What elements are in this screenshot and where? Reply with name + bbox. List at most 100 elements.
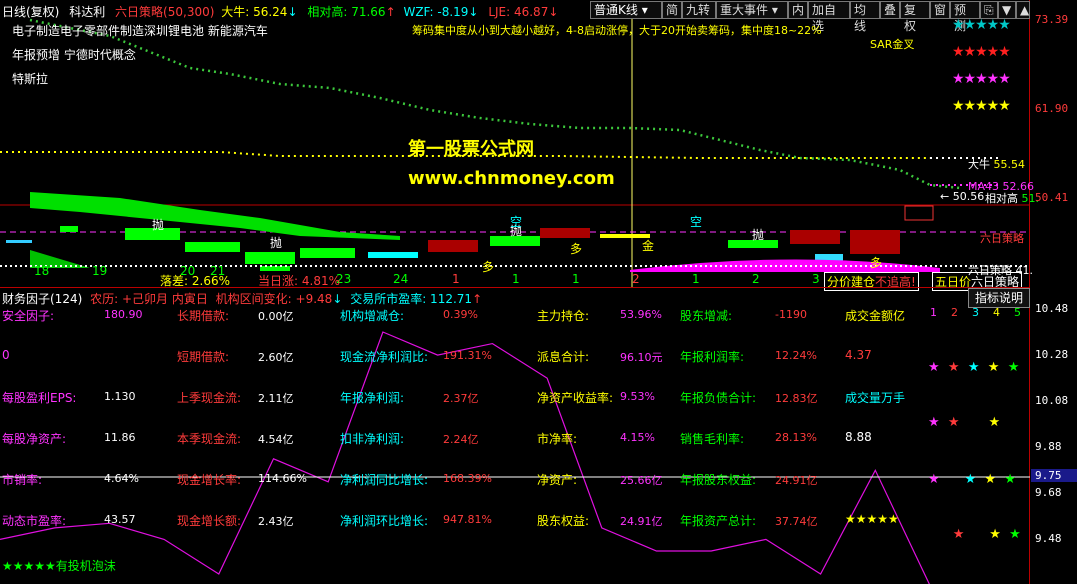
highlight-box bbox=[904, 205, 934, 221]
financial-label: 市净率: bbox=[537, 432, 578, 446]
trend-band bbox=[30, 192, 400, 240]
count-label: 2 bbox=[752, 272, 760, 286]
lje-readout: LJE: 46.87 bbox=[488, 5, 549, 19]
financial-value: 0.39% bbox=[443, 308, 478, 321]
star-rating-yellow: ★★★★★ bbox=[952, 98, 1011, 114]
long-signal-label: 多 bbox=[870, 256, 883, 270]
kline-candle bbox=[185, 242, 240, 252]
financial-label: 扣非净利润: bbox=[340, 432, 405, 446]
window-button[interactable]: 窗 bbox=[930, 1, 950, 19]
arrow-up-icon[interactable]: ▲ bbox=[1016, 1, 1030, 19]
financial-value: 4.54亿 bbox=[258, 433, 294, 446]
up-arrow-icon: ↑ bbox=[472, 292, 483, 306]
financial-value: 191.31% bbox=[443, 349, 492, 362]
long-signal-label: 多 bbox=[482, 260, 495, 274]
daniu-readout: 大牛: 56.24 bbox=[221, 5, 288, 19]
chip-concentration-notice: 筹码集中度从小到大越小越好，4-8启动涨停，大于20开始卖筹码，集中度18~22… bbox=[412, 24, 822, 37]
financial-label: 成交量万手 bbox=[845, 391, 906, 405]
financial-value: 0.00亿 bbox=[258, 310, 294, 323]
financial-series-line bbox=[0, 331, 930, 584]
financial-value: 12.24% bbox=[775, 349, 817, 362]
lower-axis-label: 10.48 bbox=[1035, 302, 1069, 315]
financial-value: 24.91亿 bbox=[775, 474, 818, 487]
financial-label: 安全因子: bbox=[2, 309, 55, 323]
financial-value: 12.83亿 bbox=[775, 392, 818, 405]
financial-label: 派息合计: bbox=[537, 350, 590, 364]
inner-button[interactable]: 内 bbox=[788, 1, 808, 19]
financial-label: 年报净利润: bbox=[340, 391, 405, 405]
financial-label: 净资产收益率: bbox=[537, 391, 614, 405]
financial-label: 每股盈利EPS: bbox=[2, 391, 77, 405]
financial-label: 0 bbox=[2, 348, 10, 362]
financial-label: ★★★★★ bbox=[845, 512, 899, 526]
star-rating-cyan: ★★★★★ bbox=[952, 17, 1011, 33]
simple-button[interactable]: 简 bbox=[662, 1, 682, 19]
kline-panel[interactable]: 日线(复权) 科达利 六日策略(50,300) 大牛: 56.24↓ 相对高: … bbox=[0, 0, 1077, 291]
down-arrow-icon: ↓ bbox=[332, 292, 343, 306]
strategy-line-label: 六日策略 bbox=[980, 232, 1024, 245]
chevron-down-icon: ▾ bbox=[641, 3, 648, 17]
ma-button[interactable]: 均线 bbox=[850, 1, 880, 33]
financial-value: 25.66亿 bbox=[620, 474, 663, 487]
institution-change: 机构区间变化: +9.48 bbox=[215, 292, 333, 306]
price-pointer-label: ← 50.56 bbox=[940, 190, 985, 203]
kline-type-dropdown[interactable]: 普通K线 ▾ bbox=[590, 1, 662, 19]
kline-candle bbox=[850, 230, 900, 254]
financial-value: 24.91亿 bbox=[620, 515, 663, 528]
financial-factor-panel[interactable]: 财务因子(124) 农历: +己卯月 内寅日 机构区间变化: +9.48↓ 交易… bbox=[0, 287, 1077, 584]
count-label: 18 bbox=[34, 264, 50, 278]
financial-label: 销售毛利率: bbox=[680, 432, 745, 446]
header-bar: 日线(复权) 科达利 六日策略(50,300) 大牛: 56.24↓ 相对高: … bbox=[2, 3, 558, 20]
major-events-dropdown[interactable]: 重大事件 ▾ bbox=[716, 1, 788, 19]
add-watch-button[interactable]: 加自选 bbox=[808, 1, 850, 33]
financial-label: 长期借款: bbox=[177, 309, 230, 323]
up-arrow-icon: ↓ bbox=[548, 5, 559, 19]
watermark-title: 第一股票公式网 bbox=[408, 139, 534, 160]
concept-tags-2: 年报预增 宁德时代概念 bbox=[12, 48, 136, 62]
exchange-pe: 交易所市盈率: 112.71 bbox=[350, 292, 473, 306]
financial-value: 53.96% bbox=[620, 308, 662, 321]
financial-label: 年报利润率: bbox=[680, 350, 745, 364]
financial-label: 年报股东权益: bbox=[680, 473, 757, 487]
financial-label: 年报资产总计: bbox=[680, 514, 757, 528]
count-label: 1 bbox=[512, 272, 520, 286]
period-label[interactable]: 日线(复权) bbox=[2, 5, 59, 19]
bubble-warning-label: ★★★★★有投机泡沫 bbox=[2, 559, 116, 573]
sar-label: SAR金叉 bbox=[870, 38, 915, 51]
golden-signal-label: 金 bbox=[642, 239, 655, 253]
financial-value: 2.37亿 bbox=[443, 392, 479, 405]
relative-high-readout: 相对高: 71.66 bbox=[307, 5, 386, 19]
financial-value: 114.66% bbox=[258, 472, 307, 485]
financial-value: 2.24亿 bbox=[443, 433, 479, 446]
financial-label: 现金流净利润比: bbox=[340, 350, 429, 364]
financial-label: 4.37 bbox=[845, 348, 872, 362]
financial-value: 1.130 bbox=[104, 390, 136, 403]
lower-axis-label: 9.48 bbox=[1035, 532, 1062, 545]
rank-stars-row: ★ ★ ★ ★ ★ bbox=[928, 360, 1020, 375]
count-label: 1 bbox=[572, 272, 580, 286]
relative-high-line bbox=[29, 18, 961, 190]
financial-label: 净利润环比增长: bbox=[340, 514, 429, 528]
overlay-button[interactable]: 叠 bbox=[880, 1, 900, 19]
financial-label: 现金增长率: bbox=[177, 473, 242, 487]
bottom-line-label: 六日策略 41. bbox=[968, 264, 1033, 277]
factor-title: 财务因子(124) bbox=[2, 292, 83, 306]
indicator-help-button[interactable]: 指标说明 bbox=[968, 288, 1030, 308]
kline-candle bbox=[540, 228, 590, 238]
indicator-name[interactable]: 六日策略(50,300) bbox=[115, 5, 214, 19]
financial-label: 动态市盈率: bbox=[2, 514, 67, 528]
kline-candle bbox=[245, 252, 295, 264]
star-rating-magenta: ★★★★★ bbox=[952, 71, 1011, 87]
jiuzhuan-button[interactable]: 九转 bbox=[682, 1, 716, 19]
kline-candle bbox=[60, 226, 78, 232]
rights-button[interactable]: 复权 bbox=[900, 1, 930, 33]
financial-label: 机构增减仓: bbox=[340, 309, 405, 323]
price-axis-label: 50.41 bbox=[1035, 191, 1069, 204]
financial-value: 11.86 bbox=[104, 431, 136, 444]
financial-value: 9.53% bbox=[620, 390, 655, 403]
down-arrow-icon: ↓ bbox=[287, 5, 298, 19]
lunar-date: 农历: +己卯月 内寅日 bbox=[90, 292, 208, 306]
financial-label: 短期借款: bbox=[177, 350, 230, 364]
kline-candle bbox=[428, 240, 478, 252]
financial-line-chart[interactable] bbox=[0, 287, 1030, 584]
